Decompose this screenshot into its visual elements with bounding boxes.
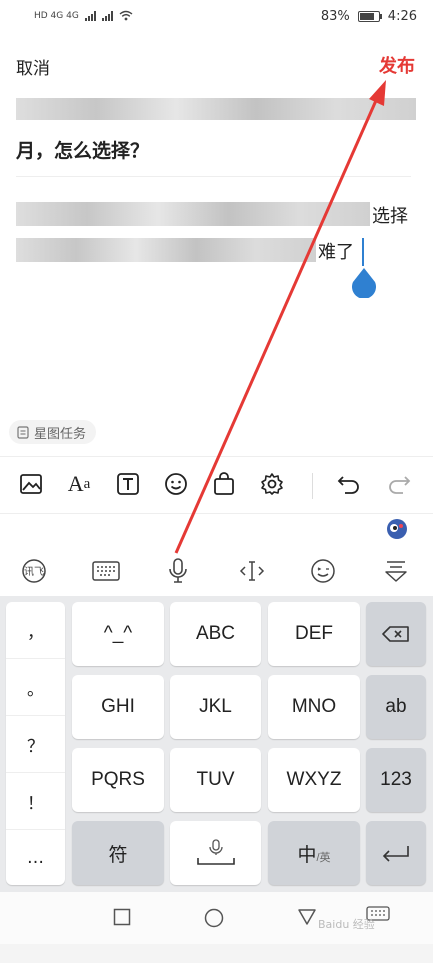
battery-icon xyxy=(357,11,382,22)
status-bar: HD 4G 4G 83% 4:26 xyxy=(0,0,433,36)
body-blurred-line-2 xyxy=(16,238,316,262)
home-icon[interactable] xyxy=(204,908,224,928)
zh-label: 中 xyxy=(297,844,317,866)
punct-key-comma[interactable]: ， xyxy=(6,602,65,659)
english-mode-key[interactable]: ab xyxy=(366,675,426,739)
system-nav-bar: Baidu 经验 xyxy=(0,892,433,944)
key-emoticon[interactable]: ^_^ xyxy=(72,602,164,666)
wifi-icon xyxy=(119,10,133,21)
toolbar-separator xyxy=(312,473,313,499)
space-mic-icon xyxy=(196,839,235,865)
key-tuv[interactable]: TUV xyxy=(170,748,261,812)
body-blurred-line-1 xyxy=(16,202,370,226)
title-blurred-line xyxy=(16,98,416,120)
key-wxyz[interactable]: WXYZ xyxy=(268,748,360,812)
cancel-button[interactable]: 取消 xyxy=(16,54,50,79)
ime-logo-icon[interactable]: 讯飞 xyxy=(19,556,49,586)
en-sub-label: /英 xyxy=(316,852,331,864)
settings-icon[interactable] xyxy=(257,469,287,499)
ime-mascot-icon[interactable] xyxy=(385,517,409,541)
document-icon xyxy=(17,425,29,439)
bottom-strip xyxy=(0,944,433,963)
text-format-icon[interactable]: Aa xyxy=(64,469,94,499)
status-right: 83% 4:26 xyxy=(321,9,417,24)
key-ghi[interactable]: GHI xyxy=(72,675,164,739)
svg-text:讯飞: 讯飞 xyxy=(24,566,44,578)
t9-keyboard: ， 。 ？ ！ … ^_^ ABC DEF GHI JKL MNO ab PQR… xyxy=(0,596,433,892)
punct-key-exclaim[interactable]: ！ xyxy=(6,773,65,830)
body-text-line-1-end: 选择 xyxy=(372,206,408,227)
keyboard-icon[interactable] xyxy=(91,556,121,586)
collapse-keyboard-icon[interactable] xyxy=(381,556,411,586)
space-key[interactable] xyxy=(170,821,261,885)
format-toolbar: Aa xyxy=(0,456,433,514)
key-mno[interactable]: MNO xyxy=(268,675,360,739)
backspace-icon xyxy=(382,626,409,642)
editor-header: 取消 发布 xyxy=(0,36,433,92)
enter-icon xyxy=(382,846,409,862)
language-switch-key[interactable]: 中/英 xyxy=(268,821,360,885)
key-jkl[interactable]: JKL xyxy=(170,675,261,739)
enter-key[interactable] xyxy=(366,821,426,885)
recents-icon[interactable] xyxy=(113,908,131,926)
bag-icon[interactable] xyxy=(209,469,239,499)
microphone-icon[interactable] xyxy=(163,556,193,586)
symbol-key[interactable]: 符 xyxy=(72,821,164,885)
key-def[interactable]: DEF xyxy=(268,602,360,666)
ime-function-row: 讯飞 xyxy=(0,546,433,596)
clock: 4:26 xyxy=(387,9,417,24)
redo-icon[interactable] xyxy=(384,469,414,499)
publish-button[interactable]: 发布 xyxy=(379,52,415,78)
topic-tag-label: 星图任务 xyxy=(34,426,87,442)
cursor-handle[interactable] xyxy=(351,268,377,298)
key-pqrs[interactable]: PQRS xyxy=(72,748,164,812)
key-abc[interactable]: ABC xyxy=(170,602,261,666)
network-type-label: HD 4G 4G xyxy=(34,10,79,21)
emoji-icon[interactable] xyxy=(161,469,191,499)
image-icon[interactable] xyxy=(16,469,46,499)
body-text-line-2-end: 难了 xyxy=(318,242,354,263)
title-divider xyxy=(16,176,411,177)
backspace-key[interactable] xyxy=(366,602,426,666)
battery-percent: 83% xyxy=(320,9,350,24)
punct-key-question[interactable]: ？ xyxy=(6,716,65,773)
punct-key-period[interactable]: 。 xyxy=(6,659,65,716)
emoji-keyboard-icon[interactable] xyxy=(308,556,338,586)
punctuation-column[interactable]: ， 。 ？ ！ … xyxy=(6,602,65,885)
cursor-move-icon[interactable] xyxy=(237,556,267,586)
undo-icon[interactable] xyxy=(334,469,364,499)
network-indicators: HD 4G 4G xyxy=(34,10,133,21)
topic-tag-chip[interactable]: 星图任务 xyxy=(9,420,97,444)
number-mode-key[interactable]: 123 xyxy=(366,748,426,812)
watermark: Baidu 经验 xyxy=(318,918,375,931)
text-cursor xyxy=(362,238,364,266)
back-icon[interactable] xyxy=(297,908,317,926)
text-box-icon[interactable] xyxy=(113,469,143,499)
post-title[interactable]: 月，怎么选择？ xyxy=(16,136,149,163)
punct-key-ellipsis[interactable]: … xyxy=(6,830,65,886)
ime-candidate-bar xyxy=(0,512,433,546)
signal-icon xyxy=(84,10,96,21)
signal-icon-2 xyxy=(101,10,113,21)
